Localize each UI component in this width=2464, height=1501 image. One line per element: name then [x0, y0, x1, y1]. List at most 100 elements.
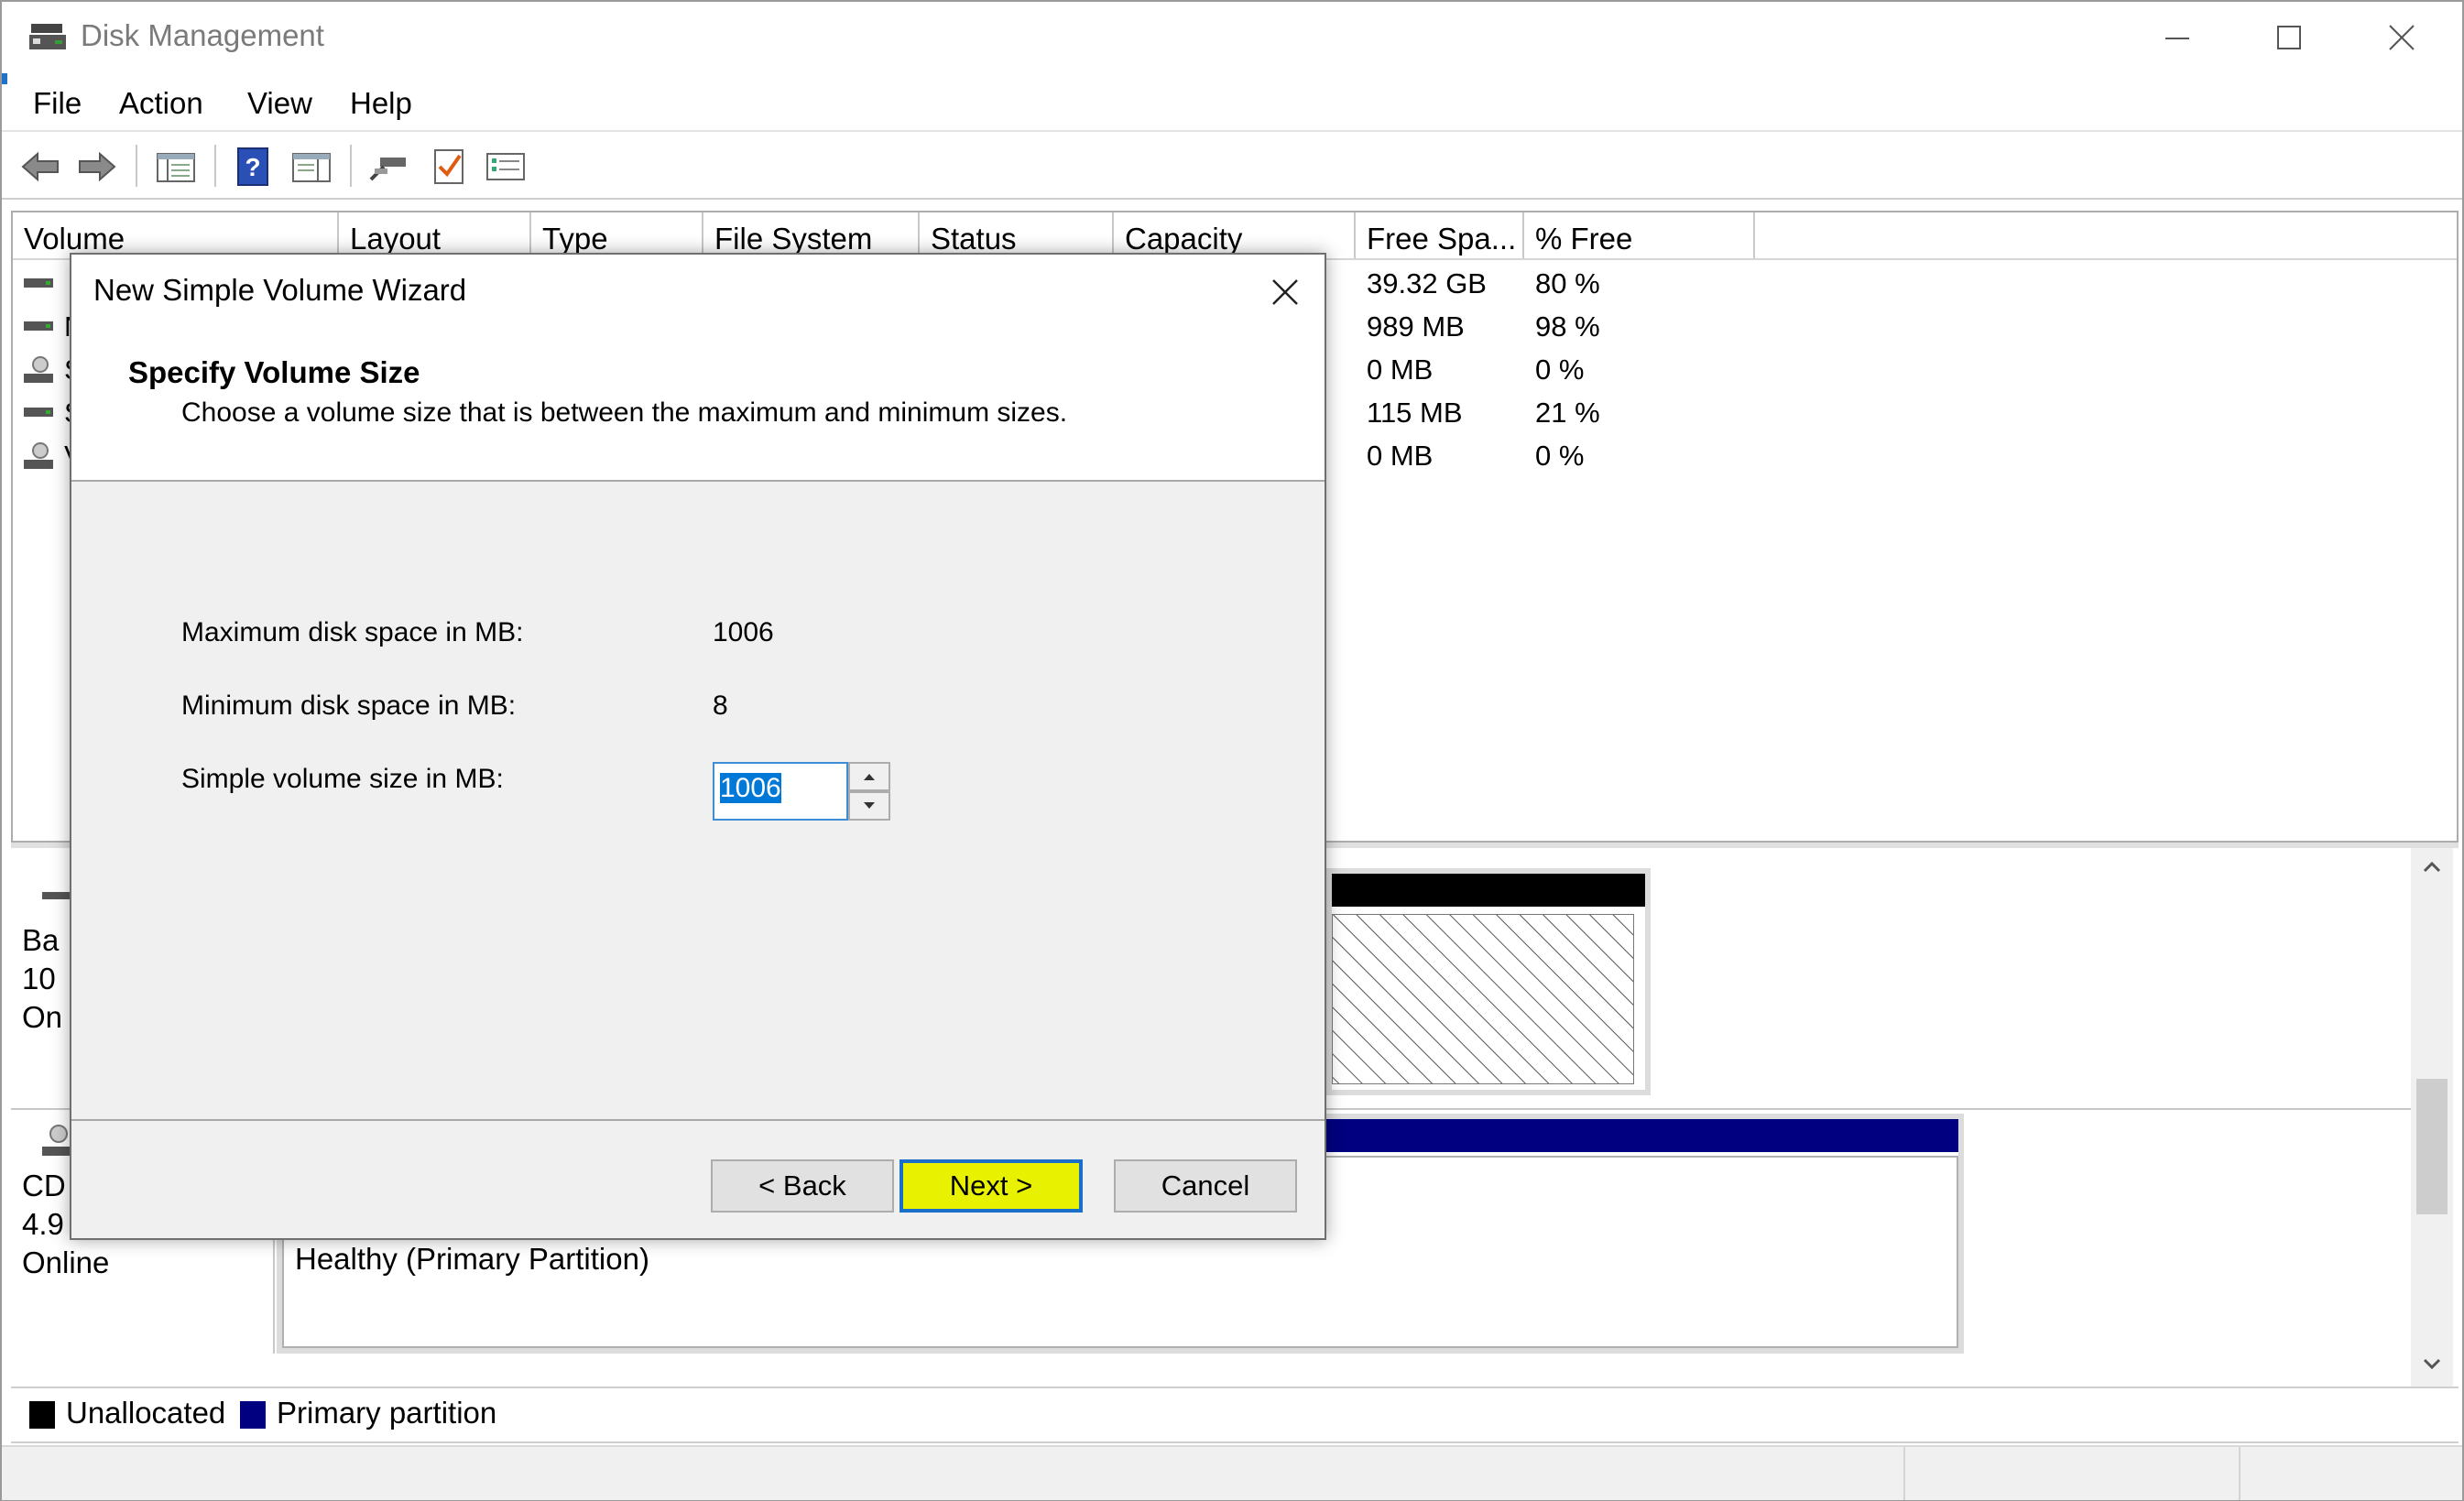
properties-button[interactable]	[288, 143, 335, 190]
min-disk-space-value: 8	[713, 691, 728, 721]
volume-icon	[24, 278, 53, 288]
disk-icon	[42, 892, 71, 899]
close-icon	[2389, 25, 2415, 50]
free-space-cell: 0 MB	[1367, 353, 1434, 386]
console-tree-button[interactable]	[152, 143, 200, 190]
svg-text:?: ?	[245, 153, 260, 181]
maximize-button[interactable]	[2234, 9, 2344, 66]
menu-action[interactable]: Action	[115, 86, 207, 121]
free-space-cell: 989 MB	[1367, 310, 1465, 343]
percent-free-cell: 80 %	[1535, 267, 1600, 299]
wizard-subheading: Choose a volume size that is between the…	[181, 397, 1068, 428]
forward-arrow-icon	[79, 151, 116, 182]
help-icon: ?	[237, 147, 268, 186]
minimize-button[interactable]	[2122, 9, 2232, 66]
unallocated-header-bar	[1332, 874, 1645, 907]
column-volume[interactable]: Volume	[13, 212, 339, 258]
unallocated-hatch	[1332, 914, 1634, 1084]
minimize-icon	[2165, 38, 2189, 39]
column-layout[interactable]: Layout	[339, 212, 531, 258]
legend-swatch-unallocated	[29, 1401, 55, 1429]
free-space-cell: 0 MB	[1367, 440, 1434, 472]
column-capacity[interactable]: Capacity	[1114, 212, 1356, 258]
scrollbar-thumb[interactable]	[2416, 1079, 2448, 1214]
connect-disk-icon	[369, 158, 406, 181]
max-disk-space-label: Maximum disk space in MB:	[181, 617, 524, 647]
free-space-cell: 115 MB	[1367, 397, 1463, 429]
close-window-button[interactable]	[2347, 9, 2457, 66]
status-divider	[1903, 1447, 1905, 1500]
percent-free-cell: 98 %	[1535, 310, 1600, 343]
cd-drive-icon	[42, 1125, 71, 1156]
back-arrow-icon	[21, 151, 59, 182]
stepper-up-button[interactable]	[848, 762, 890, 791]
free-space-cell: 39.32 GB	[1367, 267, 1487, 299]
next-button[interactable]: Next >	[899, 1159, 1083, 1213]
legend-bar: Unallocated Primary partition	[11, 1387, 2459, 1443]
arrow-down-icon	[864, 802, 875, 809]
partition-status: Healthy (Primary Partition)	[295, 1242, 649, 1276]
legend-label-primary: Primary partition	[277, 1396, 497, 1430]
disk-management-app-icon	[29, 24, 66, 49]
menu-bar: File Action View Help	[2, 79, 2462, 132]
list-icon	[486, 153, 525, 180]
graphical-view-scrollbar[interactable]	[2411, 848, 2453, 1388]
cancel-button[interactable]: Cancel	[1114, 1159, 1297, 1213]
legend-label-unallocated: Unallocated	[66, 1396, 226, 1430]
menu-help[interactable]: Help	[346, 86, 416, 121]
close-icon	[1272, 279, 1298, 305]
volume-size-stepper[interactable]: 1006	[713, 762, 894, 821]
new-simple-volume-wizard: New Simple Volume Wizard Specify Volume …	[70, 253, 1326, 1240]
status-bar	[2, 1445, 2462, 1500]
toolbar-separator	[214, 145, 216, 187]
check-icon	[434, 149, 463, 184]
rescan-button[interactable]	[425, 143, 473, 190]
column-free-space[interactable]: Free Spa...	[1356, 212, 1524, 258]
menu-file[interactable]: File	[29, 86, 85, 121]
forward-button[interactable]	[73, 143, 121, 190]
connect-disk-button[interactable]	[365, 143, 412, 190]
wizard-close-button[interactable]	[1262, 269, 1308, 315]
toolbar: ?	[2, 134, 2462, 200]
maximize-icon	[2277, 26, 2301, 49]
wizard-header: New Simple Volume Wizard Specify Volume …	[71, 255, 1325, 482]
wizard-button-separator	[71, 1119, 1325, 1121]
column-type[interactable]: Type	[531, 212, 703, 258]
min-disk-space-label: Minimum disk space in MB:	[181, 691, 517, 721]
percent-free-cell: 0 %	[1535, 353, 1585, 386]
stepper-down-button[interactable]	[848, 791, 890, 821]
column-status[interactable]: Status	[920, 212, 1114, 258]
title-bar: Disk Management	[2, 2, 2462, 73]
window-title: Disk Management	[81, 18, 324, 52]
volume-size-input[interactable]: 1006	[713, 762, 848, 821]
cd-drive-icon	[24, 356, 53, 383]
legend-swatch-primary	[240, 1401, 266, 1429]
percent-free-cell: 0 %	[1535, 440, 1585, 472]
toolbar-separator	[350, 145, 352, 187]
toolbar-separator	[136, 145, 137, 187]
properties-icon	[292, 153, 331, 182]
cd-drive-icon	[24, 442, 53, 469]
arrow-up-icon	[864, 774, 875, 780]
wizard-heading: Specify Volume Size	[128, 355, 420, 389]
cd-rom-status: Online	[22, 1245, 110, 1279]
chevron-down-icon[interactable]	[2422, 1354, 2442, 1374]
max-disk-space-value: 1006	[713, 617, 774, 647]
console-tree-icon	[157, 153, 195, 182]
volume-icon	[24, 321, 53, 331]
menu-view[interactable]: View	[244, 86, 316, 121]
back-button[interactable]	[16, 143, 64, 190]
wizard-title: New Simple Volume Wizard	[93, 273, 467, 307]
status-divider	[2239, 1447, 2240, 1500]
volume-icon	[24, 408, 53, 417]
help-button[interactable]: ?	[229, 143, 277, 190]
chevron-up-icon[interactable]	[2422, 857, 2442, 877]
column-file-system[interactable]: File System	[703, 212, 920, 258]
percent-free-cell: 21 %	[1535, 397, 1600, 429]
unallocated-partition[interactable]	[1326, 868, 1651, 1095]
back-button-wizard[interactable]: < Back	[711, 1159, 894, 1213]
list-view-button[interactable]	[482, 143, 529, 190]
volume-size-selected-text: 1006	[720, 773, 781, 803]
volume-size-label: Simple volume size in MB:	[181, 764, 504, 794]
column-percent-free[interactable]: % Free	[1524, 212, 1755, 258]
